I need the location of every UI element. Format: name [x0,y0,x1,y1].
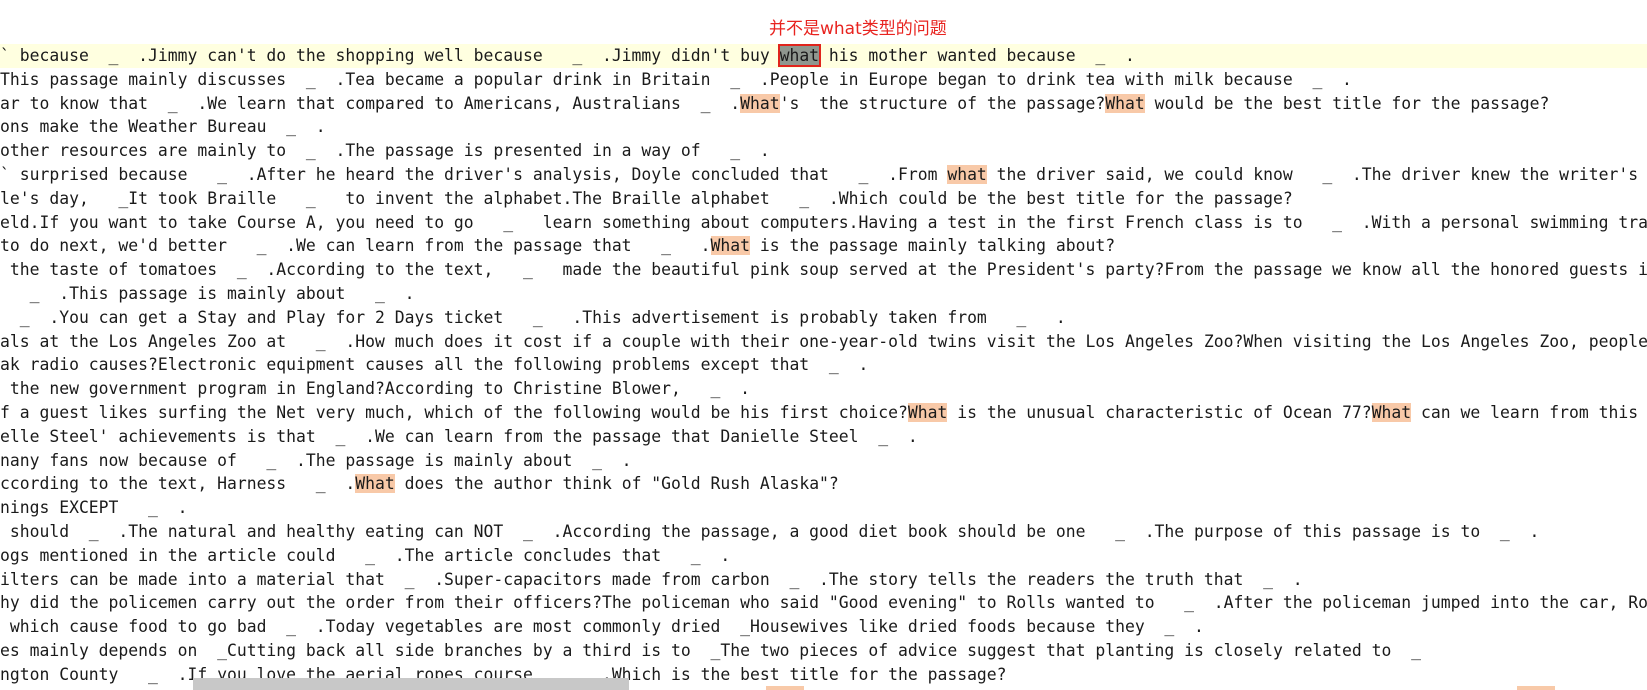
search-match: What [740,93,780,113]
editor-line[interactable]: _ .You can get a Stay and Play for 2 Day… [0,306,1647,330]
editor-line[interactable]: the new government program in England?Ac… [0,377,1647,401]
editor-line[interactable]: als at the Los Angeles Zoo at _ .How muc… [0,330,1647,354]
search-match: What [1105,93,1145,113]
line-text: ogs mentioned in the article could _ .Th… [0,545,731,565]
line-text: should _ .The natural and healthy eating… [0,521,1540,541]
line-text: eld.If you want to take Course A, you ne… [0,212,1647,232]
line-text: is the unusual characteristic of Ocean 7… [947,402,1372,422]
editor-line[interactable]: the taste of tomatoes _ .According to th… [0,258,1647,282]
line-text: ` because _ .Jimmy can't do the shopping… [0,46,780,65]
line-text: ` surprised because _ .After he heard th… [0,164,948,184]
editor-line[interactable]: elle Steel' achievements is that _ .We c… [0,425,1647,449]
editor-line[interactable]: ons make the Weather Bureau _ . [0,115,1647,139]
match-fragment [766,686,804,690]
line-text: does the author think of "Gold Rush Alas… [394,474,839,494]
line-text: which cause food to go bad _ .Today vege… [0,617,1204,637]
line-text: ons make the Weather Bureau _ . [0,117,326,137]
editor-line[interactable]: le's day, _It took Braille _ to invent t… [0,187,1647,211]
line-text: ar to know that _ .We learn that compare… [0,93,741,113]
line-text: ilters can be made into a material that … [0,569,1303,589]
match-fragment [1517,686,1555,690]
line-text: _ .You can get a Stay and Play for 2 Day… [0,307,1066,327]
horizontal-scrollbar-thumb[interactable] [193,678,629,690]
line-text: le's day, _It took Braille _ to invent t… [0,188,1293,208]
search-match: What [355,474,395,494]
line-text: to do next, we'd better _ .We can learn … [0,236,711,256]
line-text: the driver said, we could know _ .The dr… [986,164,1647,184]
search-match: What [1371,402,1412,422]
line-text: the taste of tomatoes _ .According to th… [0,260,1647,280]
editor-line[interactable]: nany fans now because of _ .The passage … [0,449,1647,473]
line-text: ccording to the text, Harness _ . [0,474,356,494]
screenshot-canvas: 并不是what类型的问题 ` because _ .Jimmy can't do… [0,0,1647,690]
editor-line[interactable]: eld.If you want to take Course A, you ne… [0,211,1647,235]
line-text: hy did the policemen carry out the order… [0,593,1647,613]
editor-line[interactable]: ccording to the text, Harness _ .What do… [0,472,1647,496]
line-text: the new government program in England?Ac… [0,379,750,399]
line-text: is the passage mainly talking about? [749,236,1116,256]
line-text: would be the best title for the passage? [1144,93,1550,113]
line-text: nings EXCEPT _ . [0,498,188,518]
line-text: _ .This passage is mainly about _ . [0,283,415,303]
editor-line[interactable]: ak radio causes?Electronic equipment cau… [0,353,1647,377]
line-text: can we learn from this pass [1421,402,1639,422]
editor-line[interactable]: hy did the policemen carry out the order… [0,591,1647,615]
editor-line[interactable]: ogs mentioned in the article could _ .Th… [0,544,1647,568]
editor-line[interactable]: to do next, we'd better _ .We can learn … [0,234,1647,258]
editor-line[interactable]: ` surprised because _ .After he heard th… [0,163,1647,187]
line-text: other resources are mainly to _ .The pas… [0,141,770,161]
editor-line[interactable]: nings EXCEPT _ . [0,496,1647,520]
line-text: elle Steel' achievements is that _ .We c… [0,426,918,446]
editor-line[interactable]: other resources are mainly to _ .The pas… [0,139,1647,163]
line-text: This passage mainly discusses _ .Tea bec… [0,69,1352,89]
editor-line[interactable]: es mainly depends on _Cutting back all s… [0,639,1647,663]
search-match: What [710,236,750,256]
line-text: f a guest likes surfing the Net very muc… [0,402,908,422]
line-text: als at the Los Angeles Zoo at _ .How muc… [0,331,1647,351]
editor-line[interactable]: ilters can be made into a material that … [0,568,1647,592]
editor-line[interactable]: f a guest likes surfing the Net very muc… [0,401,1647,425]
line-text: nany fans now because of _ .The passage … [0,450,632,470]
editor-line[interactable]: should _ .The natural and healthy eating… [0,520,1647,544]
editor-line[interactable]: ar to know that _ .We learn that compare… [0,92,1647,116]
editor-line[interactable]: which cause food to go bad _ .Today vege… [0,615,1647,639]
annotation-note: 并不是what类型的问题 [769,19,947,39]
search-match: What [907,402,948,422]
search-match: what [947,164,987,184]
line-text: 's the structure of the passage? [779,93,1106,113]
line-text: es mainly depends on _Cutting back all s… [0,640,1421,660]
editor-line[interactable]: This passage mainly discusses _ .Tea bec… [0,68,1647,92]
line-text: his mother wanted because _ . [819,46,1135,65]
editor-line[interactable]: _ .This passage is mainly about _ . [0,282,1647,306]
text-editor[interactable]: ` because _ .Jimmy can't do the shopping… [0,44,1647,687]
editor-line-current[interactable]: ` because _ .Jimmy can't do the shopping… [0,44,1647,68]
selected-match: what [777,44,822,67]
line-text: ak radio causes?Electronic equipment cau… [0,355,869,375]
